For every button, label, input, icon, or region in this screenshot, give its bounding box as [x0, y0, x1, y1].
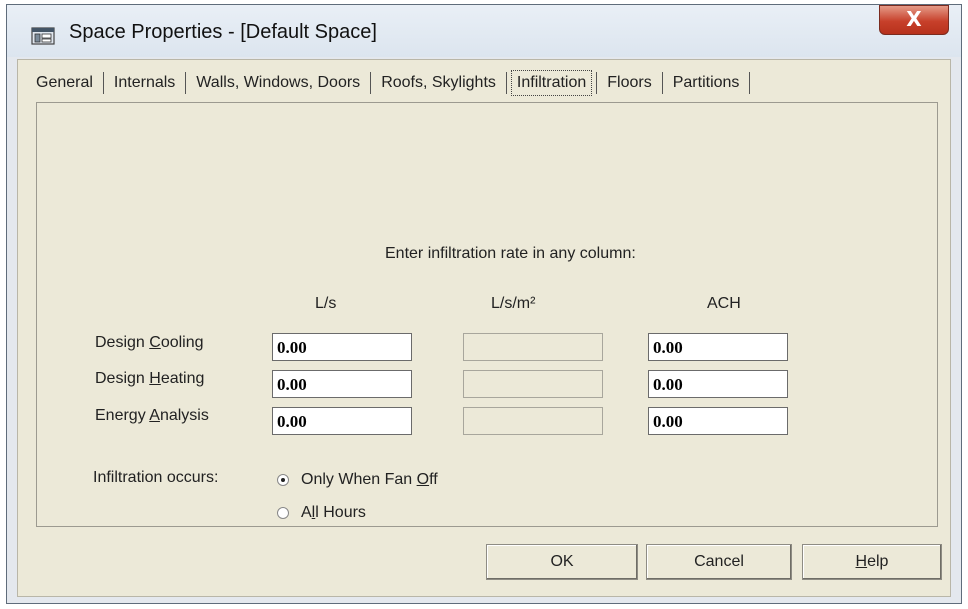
- radio-only-when-fan-off[interactable]: Only When Fan Off: [277, 471, 438, 489]
- close-icon: X: [906, 7, 922, 31]
- window-title: Space Properties - [Default Space]: [69, 21, 377, 43]
- column-header-ls: L/s: [315, 295, 337, 312]
- radio-label: All Hours: [301, 504, 366, 521]
- radio-selected-icon[interactable]: [277, 474, 289, 486]
- radio-label: Only When Fan Off: [301, 471, 438, 488]
- tab-divider: [749, 72, 751, 94]
- space-properties-dialog: Space Properties - [Default Space] X Gen…: [6, 4, 962, 604]
- instruction-text: Enter infiltration rate in any column:: [385, 245, 636, 262]
- title-bar[interactable]: Space Properties - [Default Space] X: [7, 5, 961, 57]
- dialog-client-area: General Internals Walls, Windows, Doors …: [17, 59, 951, 597]
- tab-walls-windows-doors[interactable]: Walls, Windows, Doors: [188, 68, 368, 98]
- tab-general[interactable]: General: [28, 68, 101, 98]
- tab-strip: General Internals Walls, Windows, Doors …: [28, 66, 752, 100]
- tab-divider: [370, 72, 372, 94]
- cancel-button[interactable]: Cancel: [646, 544, 792, 580]
- design-heating-ach-field[interactable]: 0.00: [648, 370, 788, 398]
- row-label-design-heating: Design Heating: [95, 370, 205, 387]
- ok-button[interactable]: OK: [486, 544, 638, 580]
- column-header-ach: ACH: [707, 295, 741, 312]
- tab-divider: [505, 72, 507, 94]
- design-cooling-lsm2-field: [463, 333, 603, 361]
- tab-roofs-skylights[interactable]: Roofs, Skylights: [373, 68, 504, 98]
- tab-divider: [596, 72, 598, 94]
- radio-all-hours[interactable]: All Hours: [277, 504, 366, 522]
- design-cooling-ls-field[interactable]: 0.00: [272, 333, 412, 361]
- tab-infiltration[interactable]: Infiltration: [509, 68, 594, 98]
- app-window-icon: [31, 27, 55, 45]
- row-label-energy-analysis: Energy Analysis: [95, 407, 209, 424]
- design-heating-lsm2-field: [463, 370, 603, 398]
- energy-analysis-ach-field[interactable]: 0.00: [648, 407, 788, 435]
- energy-analysis-ls-field[interactable]: 0.00: [272, 407, 412, 435]
- energy-analysis-lsm2-field: [463, 407, 603, 435]
- tab-internals[interactable]: Internals: [106, 68, 183, 98]
- tab-divider: [661, 72, 663, 94]
- tab-divider: [185, 72, 187, 94]
- help-button[interactable]: Help: [802, 544, 942, 580]
- row-label-design-cooling: Design Cooling: [95, 334, 204, 351]
- design-cooling-ach-field[interactable]: 0.00: [648, 333, 788, 361]
- design-heating-ls-field[interactable]: 0.00: [272, 370, 412, 398]
- radio-unselected-icon[interactable]: [277, 507, 289, 519]
- tab-floors[interactable]: Floors: [599, 68, 659, 98]
- close-button[interactable]: X: [879, 5, 949, 35]
- infiltration-panel: Enter infiltration rate in any column: L…: [36, 102, 938, 527]
- tab-divider: [102, 72, 104, 94]
- column-header-lsm2: L/s/m²: [491, 295, 536, 312]
- tab-partitions[interactable]: Partitions: [665, 68, 748, 98]
- infiltration-occurs-label: Infiltration occurs:: [93, 469, 219, 486]
